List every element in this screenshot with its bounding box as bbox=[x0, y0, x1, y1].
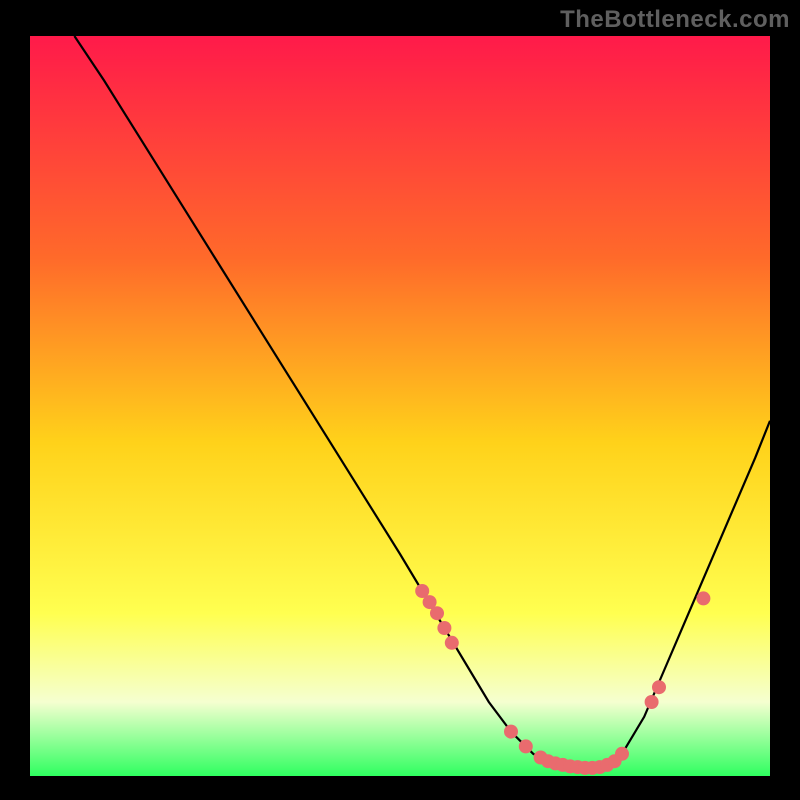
highlight-dot bbox=[645, 695, 659, 709]
highlight-dot bbox=[430, 606, 444, 620]
highlight-dot bbox=[445, 636, 459, 650]
chart-svg bbox=[30, 36, 770, 776]
highlight-dot bbox=[437, 621, 451, 635]
highlight-dot bbox=[615, 747, 629, 761]
chart-plot-area bbox=[30, 36, 770, 776]
chart-frame: TheBottleneck.com bbox=[0, 0, 800, 800]
gradient-background bbox=[30, 36, 770, 776]
highlight-dot bbox=[696, 591, 710, 605]
highlight-dot bbox=[504, 725, 518, 739]
highlight-dot bbox=[652, 680, 666, 694]
highlight-dot bbox=[519, 739, 533, 753]
watermark-text: TheBottleneck.com bbox=[560, 6, 790, 34]
